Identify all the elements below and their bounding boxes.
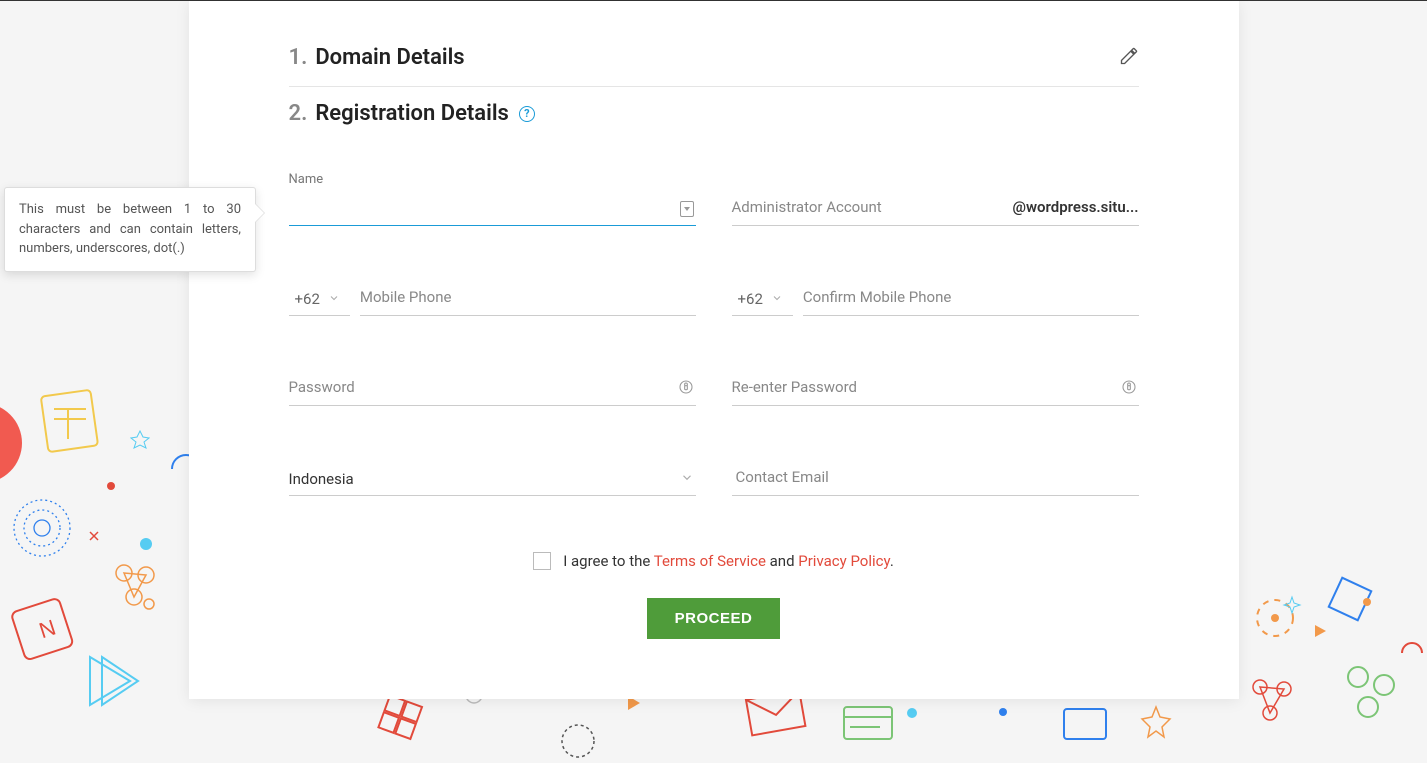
consent-prefix: I agree to the [563,552,654,570]
chevron-down-icon [328,289,340,308]
admin-account-domain-suffix: @wordpress.situ... [1013,198,1139,216]
mobile-country-code-select[interactable]: +62 [289,282,350,316]
consent-row: I agree to the Terms of Service and Priv… [289,552,1139,570]
reenter-password-field-wrap: Re-enter Password [732,372,1139,406]
contact-email-input[interactable] [732,466,1139,491]
name-input[interactable] [289,196,670,221]
name-field-tooltip: This must be between 1 to 30 characters … [4,187,256,272]
password-manager-icon[interactable] [1121,379,1137,399]
password-field-wrap: Password [289,372,696,406]
password-input[interactable] [289,376,670,401]
contacts-picker-icon[interactable] [680,201,694,217]
confirm-mobile-country-code: +62 [738,290,763,308]
consent-suffix: . [890,552,894,570]
confirm-mobile-phone-input[interactable] [803,286,1139,311]
help-icon[interactable]: ? [519,106,535,122]
step-1-title: Domain Details [315,45,464,70]
admin-account-field-wrap: Administrator Account @wordpress.situ... [732,192,1139,226]
registration-form: Name Administrator Account @wordpress.si… [289,192,1139,496]
reenter-password-input[interactable] [732,376,1113,401]
country-value: Indonesia [289,470,354,488]
password-manager-icon[interactable] [678,379,694,399]
svg-text:N: N [36,615,59,644]
confirm-mobile-country-code-select[interactable]: +62 [732,282,793,316]
mobile-country-code: +62 [295,290,320,308]
tooltip-text: This must be between 1 to 30 characters … [19,202,241,256]
name-label: Name [289,172,324,187]
step-domain-details-header: 1. Domain Details [289,41,1139,86]
terms-of-service-link[interactable]: Terms of Service [654,552,766,570]
registration-card: 1. Domain Details 2. Registration Detail… [189,1,1239,699]
proceed-button[interactable]: PROCEED [647,598,781,639]
country-field-wrap: Indonesia [289,462,696,496]
chevron-down-icon [680,469,694,488]
step-registration-details-header: 2. Registration Details ? [289,87,1139,142]
edit-domain-details-icon[interactable] [1119,46,1139,70]
name-field-wrap: Name [289,192,696,226]
step-1-number: 1. [289,45,308,70]
consent-mid: and [766,552,798,570]
privacy-policy-link[interactable]: Privacy Policy [798,552,890,570]
chevron-down-icon [771,289,783,308]
consent-text: I agree to the Terms of Service and Priv… [563,552,894,570]
step-2-title: Registration Details [315,101,509,126]
terms-checkbox[interactable] [533,552,551,570]
proceed-button-wrap: PROCEED [289,598,1139,639]
mobile-phone-input[interactable] [360,286,696,311]
contact-email-field-wrap: Contact Email [732,462,1139,496]
mobile-phone-field-wrap: +62 Mobile Phone [289,282,696,316]
country-select[interactable]: Indonesia [289,462,696,496]
step-2-number: 2. [289,101,308,126]
confirm-mobile-phone-field-wrap: +62 Confirm Mobile Phone [732,282,1139,316]
